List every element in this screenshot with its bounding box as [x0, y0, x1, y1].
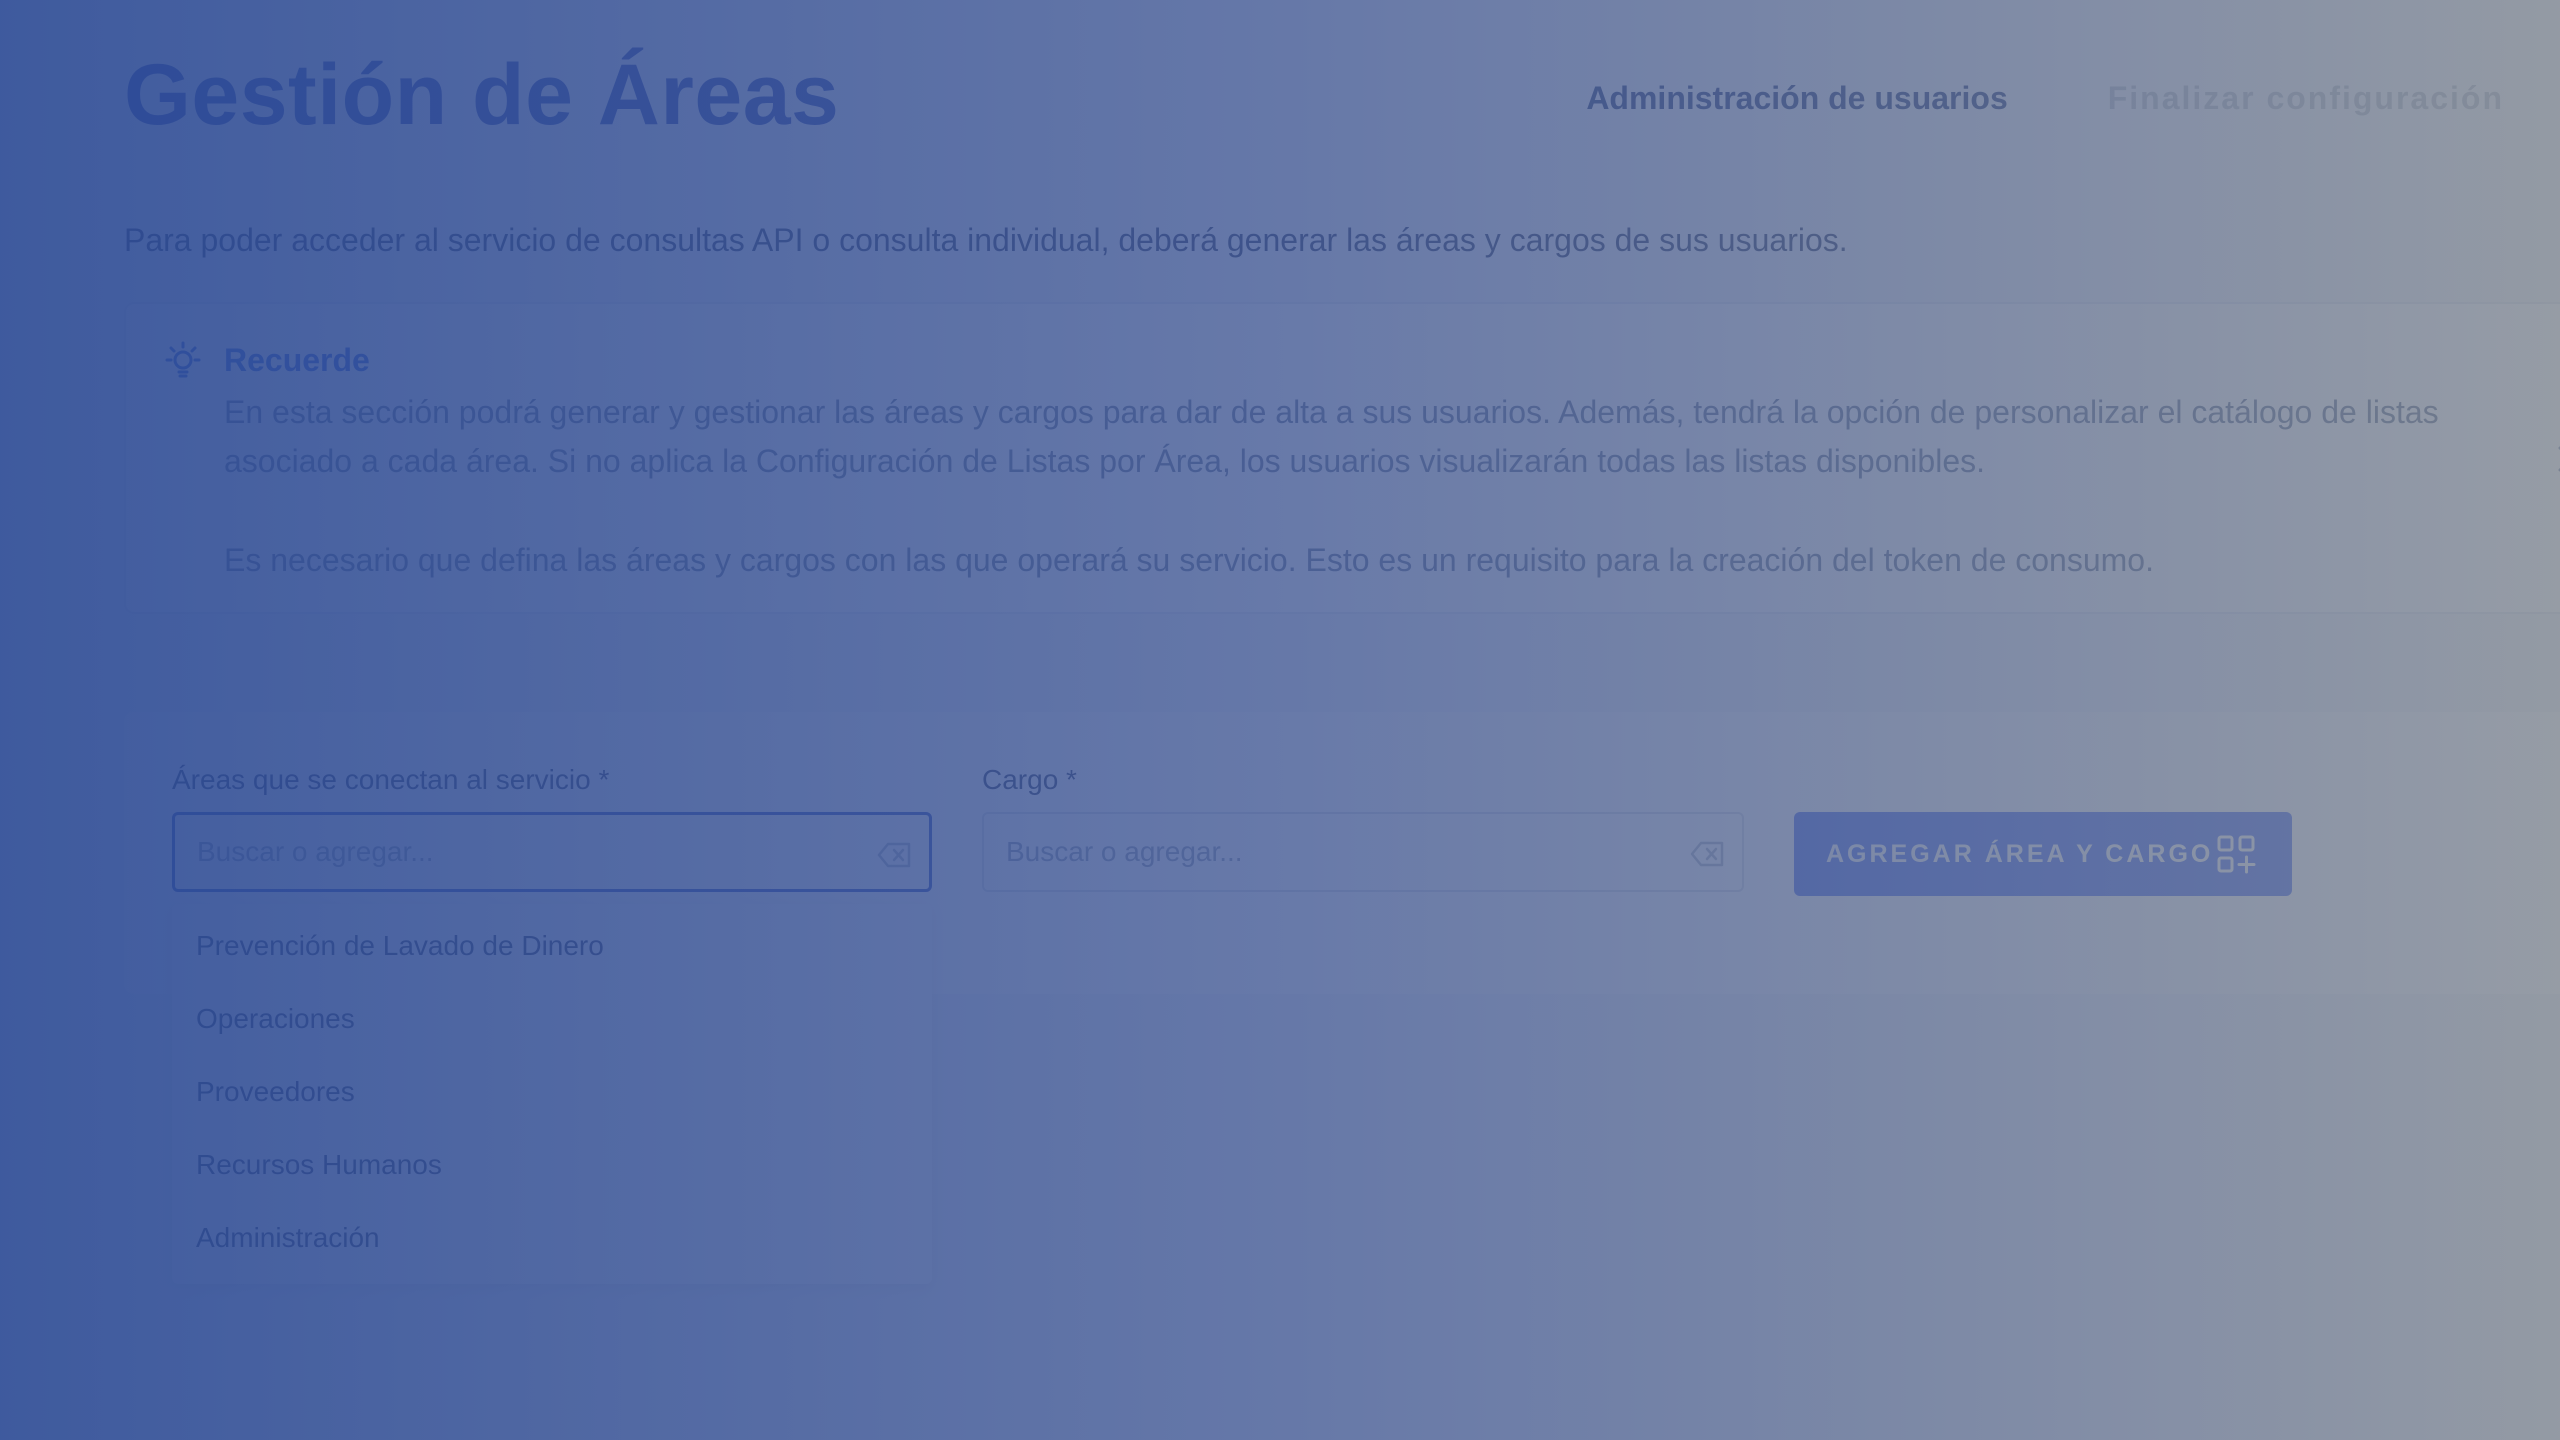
page: Gestión de Áreas Administración de usuar… [0, 0, 2560, 1440]
clear-input-icon[interactable] [1690, 840, 1726, 868]
lightbulb-icon [165, 341, 201, 378]
reminder-heading: Recuerde [224, 342, 370, 378]
reminder-paragraph-2: Es necesario que defina las áreas y carg… [224, 542, 2154, 578]
reminder-paragraph-1: En esta sección podrá generar y gestiona… [224, 394, 2439, 479]
clear-input-icon[interactable] [877, 841, 913, 869]
area-field-label: Áreas que se conectan al servicio * [172, 764, 610, 795]
header-nav: Administración de usuarios Finalizar con… [1586, 80, 2504, 117]
add-area-cargo-label: AGREGAR ÁREA Y CARGO [1826, 839, 2214, 868]
area-search-input[interactable] [197, 815, 816, 889]
grid-plus-icon [2217, 835, 2256, 874]
area-option[interactable]: Proveedores [196, 1076, 355, 1108]
nav-user-admin-link[interactable]: Administración de usuarios [1586, 80, 2007, 117]
area-search-field[interactable] [172, 812, 932, 892]
cargo-field-label: Cargo * [982, 764, 1077, 795]
cargo-search-field[interactable] [982, 812, 1744, 892]
area-option[interactable]: Recursos Humanos [196, 1149, 442, 1181]
area-options-dropdown: Prevención de Lavado de Dinero Operacion… [172, 904, 932, 1284]
intro-text: Para poder acceder al servicio de consul… [124, 222, 1848, 258]
add-area-cargo-button[interactable]: AGREGAR ÁREA Y CARGO [1794, 812, 2292, 896]
reminder-card: Recuerde En esta sección podrá generar y… [124, 302, 2560, 614]
area-option[interactable]: Operaciones [196, 1003, 355, 1035]
close-icon[interactable] [2556, 444, 2560, 474]
cargo-search-input[interactable] [1006, 814, 1628, 890]
nav-finish-config-link[interactable]: Finalizar configuración [2108, 80, 2504, 117]
page-title: Gestión de Áreas [124, 47, 840, 143]
area-option[interactable]: Administración [196, 1222, 380, 1254]
area-option[interactable]: Prevención de Lavado de Dinero [196, 930, 604, 962]
